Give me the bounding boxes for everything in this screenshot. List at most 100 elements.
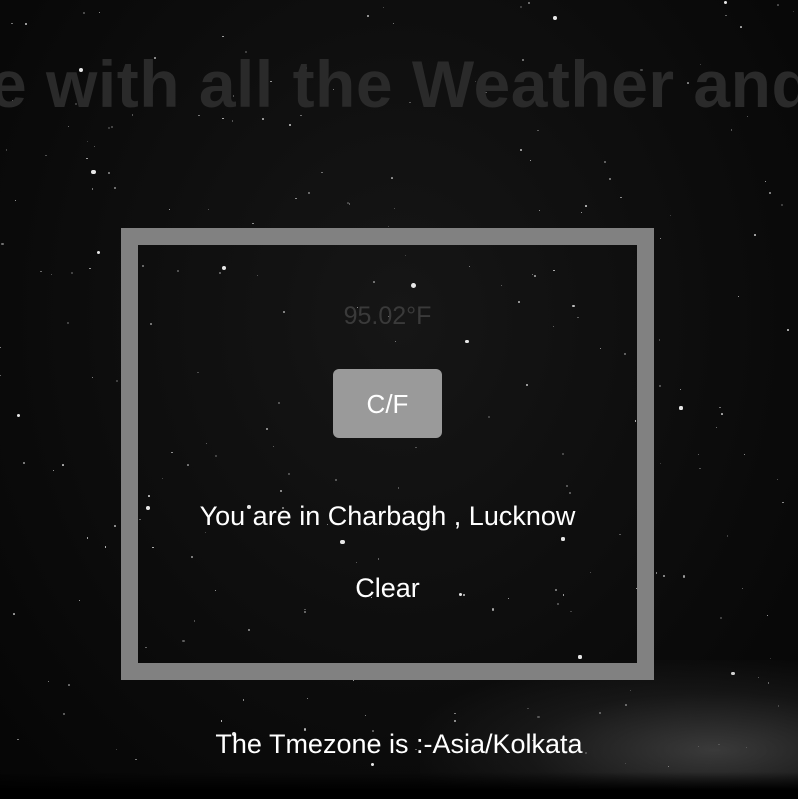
star [659, 462, 662, 465]
star [658, 339, 661, 341]
star [719, 616, 722, 619]
star [519, 5, 522, 8]
weather-card: 95.02°F C/F You are in Charbagh , Luckno… [121, 228, 654, 680]
star [753, 233, 756, 236]
star [94, 146, 96, 148]
star [392, 22, 394, 24]
star [0, 346, 2, 349]
star [207, 208, 210, 211]
star [390, 177, 393, 179]
star [741, 587, 743, 589]
star [723, 0, 728, 5]
star [67, 322, 69, 324]
star [663, 575, 666, 578]
star [306, 697, 309, 699]
star [585, 205, 588, 208]
star [14, 199, 16, 201]
star [91, 169, 96, 174]
star [787, 328, 789, 331]
star [603, 160, 606, 163]
star [393, 207, 396, 209]
star [91, 377, 93, 379]
star [609, 178, 612, 180]
star [252, 223, 254, 225]
star [737, 295, 740, 298]
star [792, 10, 795, 13]
location-text: You are in Charbagh , Lucknow [199, 501, 576, 531]
star [5, 149, 8, 151]
star [580, 212, 583, 214]
star [776, 479, 778, 481]
star [781, 203, 784, 206]
star [370, 762, 375, 767]
star [40, 270, 42, 273]
star [366, 15, 369, 18]
star [670, 214, 672, 217]
star [766, 614, 769, 617]
star [168, 209, 170, 211]
temperature-value: 95.02°F [343, 302, 432, 330]
star [321, 171, 323, 173]
star [725, 14, 728, 17]
star [739, 25, 742, 28]
star [730, 129, 733, 131]
timezone-text: The Tmezone is :-Asia/Kolkata [215, 729, 583, 759]
star [70, 271, 74, 274]
star [697, 453, 699, 455]
weather-page: e with all the Weather and 95.02°F C/F Y… [0, 0, 798, 799]
star [50, 273, 53, 276]
star [67, 125, 70, 128]
star [680, 388, 682, 391]
star [88, 267, 91, 270]
horizon-silhouette [0, 772, 798, 799]
star [98, 11, 100, 13]
star [13, 612, 15, 615]
star [782, 501, 784, 503]
star [552, 16, 557, 21]
star [365, 714, 367, 716]
star [528, 2, 531, 5]
star [768, 191, 771, 194]
star [348, 203, 351, 205]
star [289, 123, 292, 126]
star [63, 713, 65, 715]
star [16, 413, 20, 417]
star [715, 426, 718, 429]
star [726, 535, 729, 537]
star [115, 380, 118, 383]
star [308, 192, 310, 194]
star [683, 575, 686, 578]
star [620, 196, 622, 199]
star [659, 385, 661, 387]
star [769, 658, 771, 660]
star [82, 12, 85, 15]
star [68, 683, 70, 686]
weather-condition: Clear [355, 573, 420, 603]
star [382, 7, 385, 9]
star [24, 23, 27, 26]
star [537, 129, 539, 131]
star [52, 469, 54, 471]
star [719, 406, 722, 409]
star [655, 572, 658, 574]
star [104, 545, 107, 548]
star [96, 250, 101, 255]
star [721, 413, 724, 416]
star [744, 453, 746, 456]
star [113, 187, 116, 189]
star [11, 22, 13, 25]
star [107, 172, 110, 175]
unit-toggle-button[interactable]: C/F [333, 369, 442, 438]
star [242, 698, 245, 701]
star [538, 210, 540, 212]
star [519, 149, 522, 152]
star [47, 680, 50, 683]
star [23, 462, 25, 464]
star [1, 243, 4, 246]
star [86, 140, 89, 142]
star [87, 537, 89, 539]
star [62, 464, 64, 466]
star [659, 237, 661, 239]
star [0, 375, 2, 377]
star [91, 187, 94, 190]
